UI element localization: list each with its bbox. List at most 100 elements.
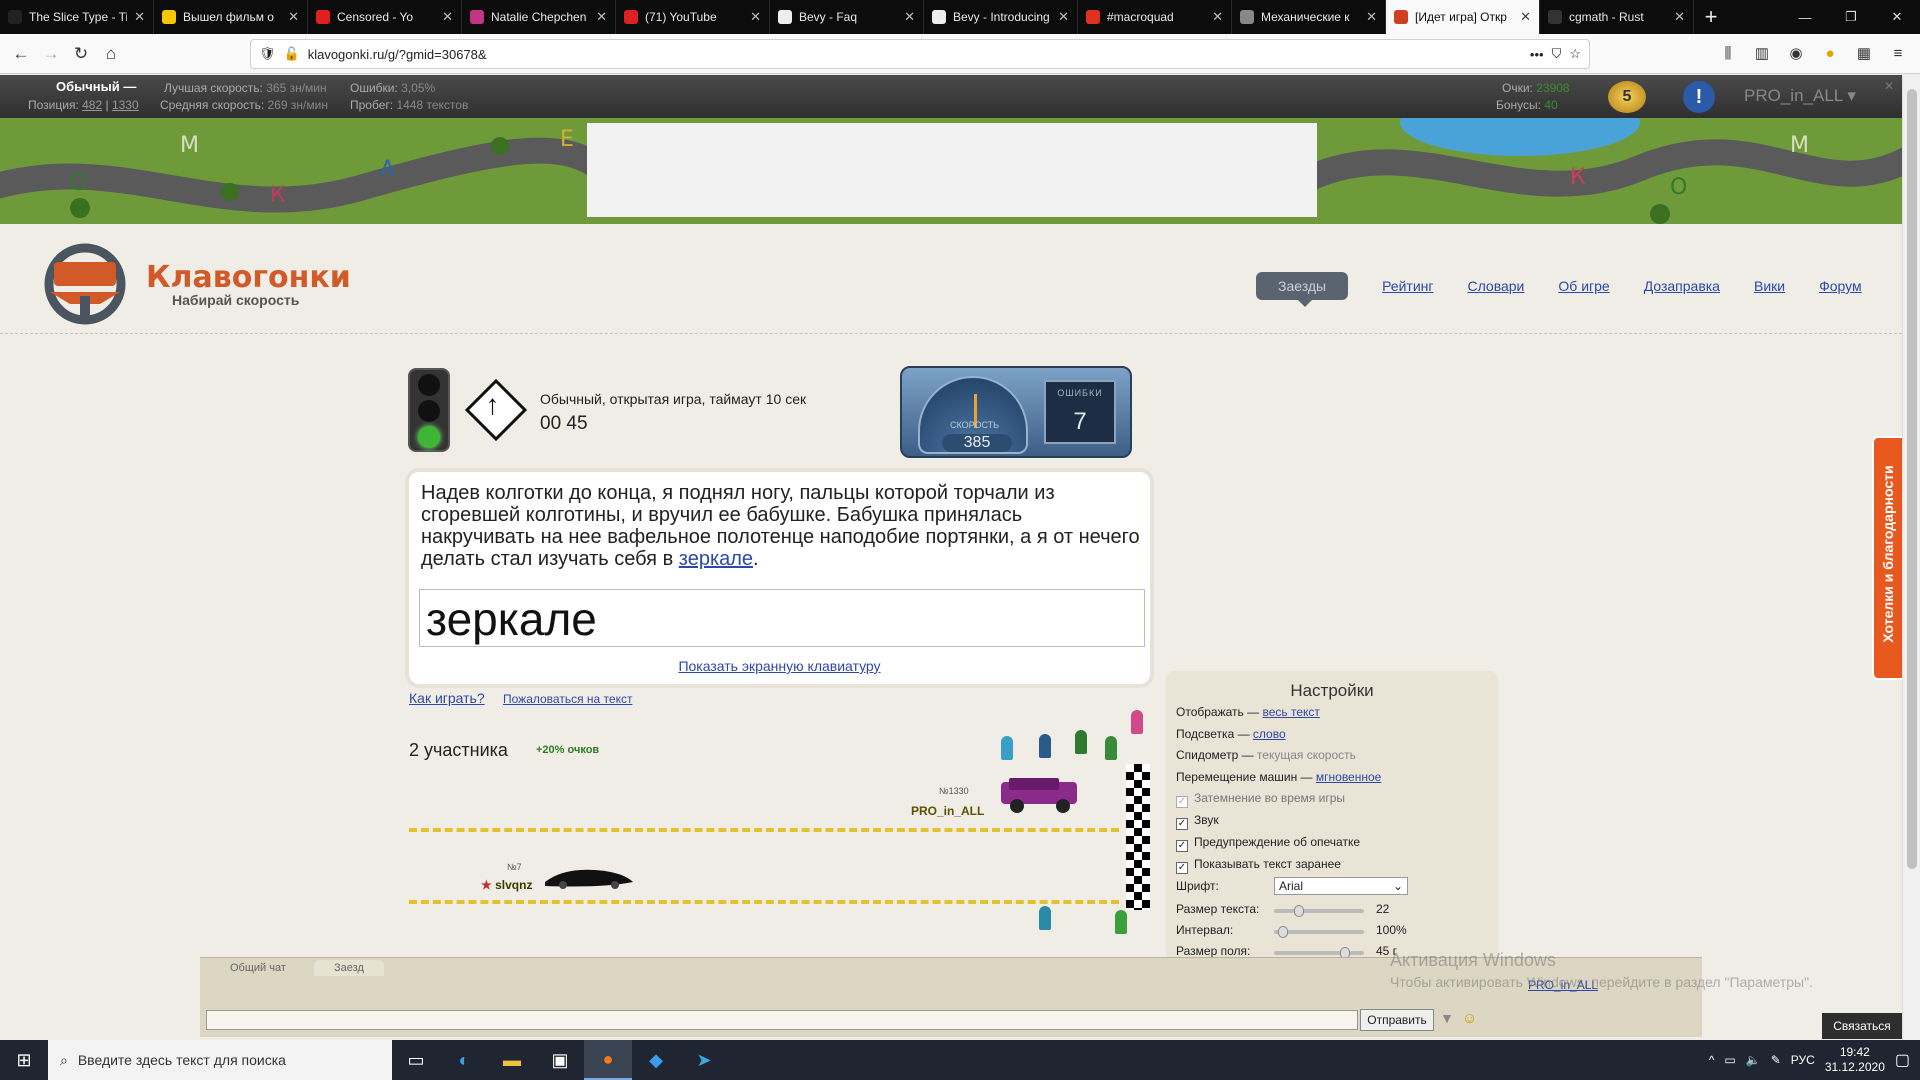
menu-item-about[interactable]: Об игре	[1558, 278, 1609, 294]
pen-icon[interactable]: ✎	[1771, 1053, 1781, 1067]
tray-expand-icon[interactable]: ^	[1709, 1053, 1715, 1067]
store-icon[interactable]: ▣	[536, 1040, 584, 1080]
library-icon[interactable]: ⫼	[1714, 39, 1742, 67]
menu-item-refuel[interactable]: Дозаправка	[1644, 278, 1720, 294]
vscode-icon[interactable]: ◆	[632, 1040, 680, 1080]
close-bar-icon[interactable]: ✕	[1884, 79, 1894, 93]
language-indicator[interactable]: РУС	[1791, 1053, 1815, 1067]
reload-icon[interactable]: ↻	[66, 39, 96, 69]
browser-tab[interactable]: (71) YouTube ✕	[616, 0, 770, 34]
show-keyboard-link[interactable]: Показать экранную клавиатуру	[678, 658, 880, 674]
highlight-option[interactable]: слово	[1253, 727, 1286, 741]
file-explorer-icon[interactable]: ▬	[488, 1040, 536, 1080]
more-icon[interactable]: •••	[1530, 47, 1544, 62]
taskbar-search[interactable]: ⌕ Введите здесь текст для поиска	[48, 1040, 392, 1080]
browser-tab[interactable]: Bevy - Faq ✕	[770, 0, 924, 34]
player-name[interactable]: PRO_in_ALL	[911, 804, 984, 818]
task-view-icon[interactable]: ▭	[392, 1040, 440, 1080]
field-size-slider[interactable]	[1274, 947, 1364, 959]
account-icon[interactable]: ◉	[1782, 39, 1810, 67]
forward-icon[interactable]: →	[36, 39, 66, 69]
edge-icon[interactable]: ◐	[440, 1040, 488, 1080]
tab-close-icon[interactable]: ✕	[1058, 9, 1069, 25]
menu-item-dictionaries[interactable]: Словари	[1467, 278, 1524, 294]
display-option[interactable]: весь текст	[1262, 705, 1319, 719]
browser-tab[interactable]: [Идет игра] Откр ✕	[1386, 0, 1540, 34]
url-text[interactable]: klavogonki.ru/g/?gmid=30678&	[308, 47, 1522, 62]
send-button[interactable]: Отправить	[1360, 1009, 1434, 1031]
speedometer-option[interactable]: текущая скорость	[1257, 748, 1356, 762]
show-text-checkbox[interactable]: ✓	[1176, 862, 1188, 874]
back-icon[interactable]: ←	[6, 39, 36, 69]
interval-slider[interactable]	[1274, 926, 1364, 938]
shield-icon[interactable]: 🛡	[259, 46, 276, 62]
clock[interactable]: 19:42 31.12.2020	[1825, 1045, 1885, 1075]
typing-input[interactable]: зеркале	[419, 589, 1145, 647]
close-window-icon[interactable]: ✕	[1874, 0, 1920, 34]
typo-warn-checkbox[interactable]: ✓	[1176, 840, 1188, 852]
browser-tab[interactable]: cgmath - Rust ✕	[1540, 0, 1694, 34]
tab-close-icon[interactable]: ✕	[134, 9, 145, 25]
username-menu[interactable]: PRO_in_ALL ▾	[1744, 86, 1856, 106]
chat-input[interactable]	[206, 1010, 1358, 1030]
menu-item-forum[interactable]: Форум	[1819, 278, 1862, 294]
tab-close-icon[interactable]: ✕	[1520, 9, 1531, 25]
notifications-icon[interactable]: ▢	[1895, 1050, 1910, 1070]
text-size-slider[interactable]	[1274, 905, 1364, 917]
minimize-icon[interactable]: —	[1782, 0, 1828, 34]
menu-item-races[interactable]: Заезды	[1256, 272, 1349, 307]
browser-tab[interactable]: The Slice Type - Ti ✕	[0, 0, 154, 34]
notification-icon[interactable]: !	[1683, 81, 1715, 113]
tab-close-icon[interactable]: ✕	[288, 9, 299, 25]
extension-icon[interactable]: ●	[1816, 39, 1844, 67]
menu-item-wiki[interactable]: Вики	[1754, 278, 1785, 294]
pocket-icon[interactable]: ⛉	[1552, 46, 1562, 62]
player-number[interactable]: №1330	[939, 786, 969, 796]
car-move-option[interactable]: мгновенное	[1316, 770, 1381, 784]
tab-close-icon[interactable]: ✕	[1674, 9, 1685, 25]
level-badge[interactable]: 5	[1608, 81, 1646, 113]
browser-tab[interactable]: Censored - Yo ✕	[308, 0, 462, 34]
bookmark-star-icon[interactable]: ☆	[1569, 46, 1581, 62]
tab-close-icon[interactable]: ✕	[904, 9, 915, 25]
windows-start-icon[interactable]: ⊞	[0, 1040, 48, 1080]
tab-close-icon[interactable]: ✕	[750, 9, 761, 25]
player-number[interactable]: №7	[507, 862, 522, 872]
tab-close-icon[interactable]: ✕	[1366, 9, 1377, 25]
extensions-icon[interactable]: ▦	[1850, 39, 1878, 67]
font-select[interactable]: Arial ⌄	[1274, 877, 1408, 895]
address-bar[interactable]: 🛡 🔓 klavogonki.ru/g/?gmid=30678& ••• ⛉ ☆	[250, 39, 1590, 69]
volume-icon[interactable]: 🔈	[1746, 1053, 1761, 1067]
browser-tab[interactable]: Natalie Chepchen ✕	[462, 0, 616, 34]
page-scrollbar[interactable]	[1902, 75, 1920, 1040]
firefox-icon[interactable]: ●	[584, 1040, 632, 1080]
steering-wheel-logo-icon[interactable]	[30, 240, 140, 328]
sound-checkbox[interactable]: ✓	[1176, 818, 1188, 830]
smiley-icon[interactable]: ☺	[1462, 1010, 1477, 1027]
player-name[interactable]: ★ slvqnz	[481, 878, 532, 892]
tab-close-icon[interactable]: ✕	[1212, 9, 1223, 25]
tab-race-chat[interactable]: Заезд	[314, 960, 384, 976]
feedback-tab[interactable]: Хотелки и благодарности	[1872, 436, 1904, 680]
browser-tab[interactable]: Вышел фильм о ✕	[154, 0, 308, 34]
position-value[interactable]: 482	[82, 98, 102, 112]
browser-tab[interactable]: #macroquad ✕	[1078, 0, 1232, 34]
home-icon[interactable]: ⌂	[96, 39, 126, 69]
telegram-icon[interactable]: ➤	[680, 1040, 728, 1080]
browser-tab[interactable]: Механические к ✕	[1232, 0, 1386, 34]
browser-tab[interactable]: Bevy - Introducing ✕	[924, 0, 1078, 34]
how-to-play-link[interactable]: Как играть?	[409, 690, 485, 706]
scrollbar-thumb[interactable]	[1907, 89, 1917, 869]
network-icon[interactable]: ▭	[1724, 1053, 1735, 1067]
sidebar-icon[interactable]: ▥	[1748, 39, 1776, 67]
tab-close-icon[interactable]: ✕	[596, 9, 607, 25]
dim-checkbox[interactable]: ✓	[1176, 796, 1188, 808]
complain-link[interactable]: Пожаловаться на текст	[503, 692, 632, 706]
menu-icon[interactable]: ≡	[1884, 39, 1912, 67]
restore-icon[interactable]: ❐	[1828, 0, 1874, 34]
mode-label[interactable]: Обычный	[56, 79, 120, 94]
new-tab-button[interactable]: +	[1694, 0, 1728, 34]
contact-button[interactable]: Связаться	[1822, 1013, 1902, 1039]
logo-title[interactable]: Клавогонки	[146, 260, 351, 295]
tab-close-icon[interactable]: ✕	[442, 9, 453, 25]
